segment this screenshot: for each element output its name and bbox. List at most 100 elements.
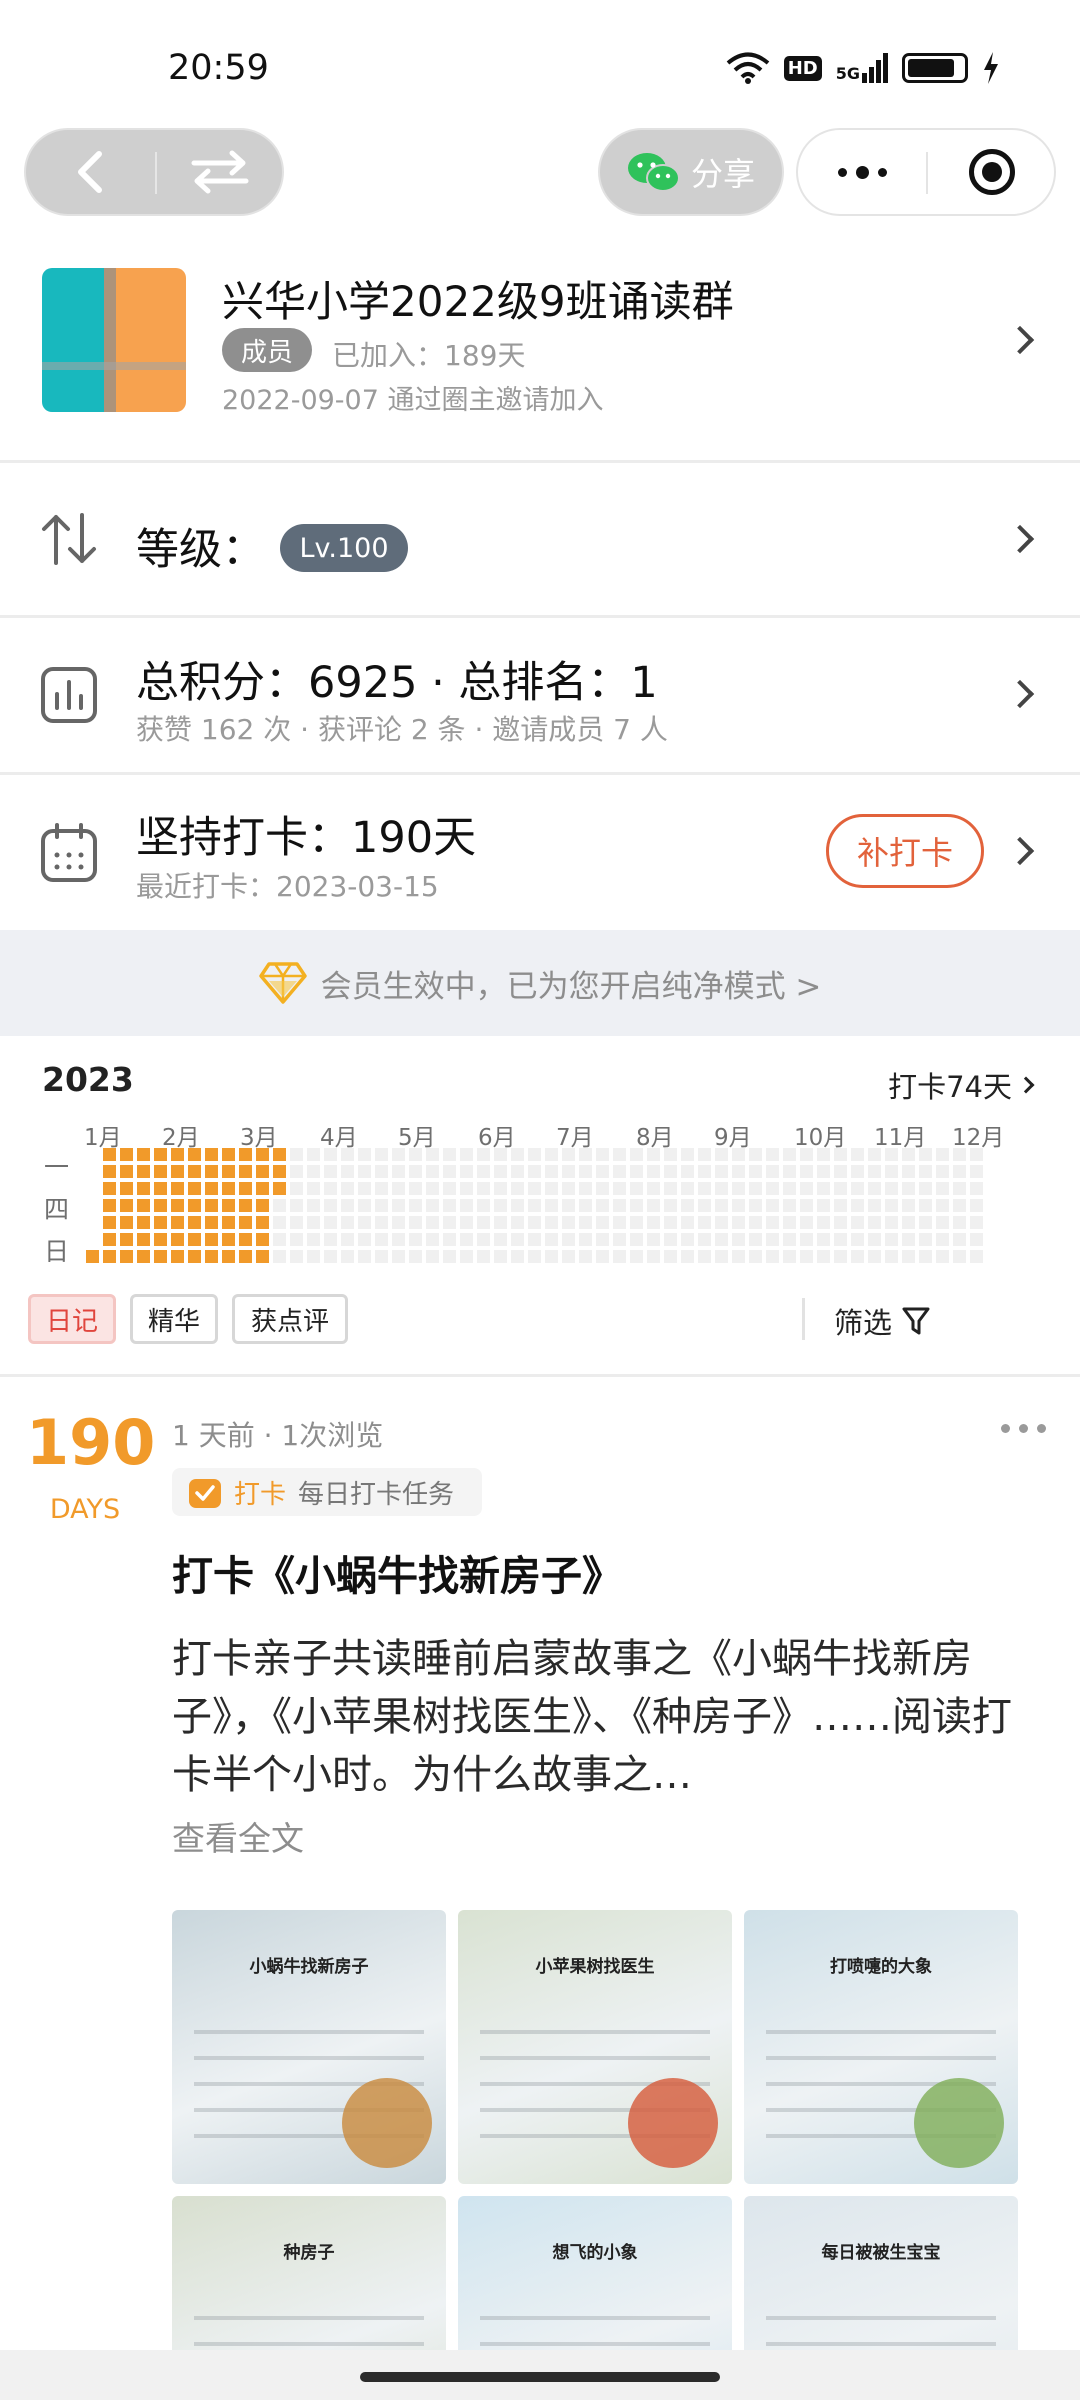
target-icon [969, 149, 1015, 195]
heatmap-cell-active [86, 1250, 99, 1263]
heatmap-cell [494, 1233, 507, 1246]
heatmap-cell [290, 1148, 303, 1161]
heatmap-cell [511, 1250, 524, 1263]
vip-text: 会员生效中，已为您开启纯净模式 > [320, 968, 822, 1005]
task-tag[interactable]: 打卡 每日打卡任务 [172, 1468, 482, 1516]
heatmap-cell [86, 1182, 99, 1195]
post-photo[interactable]: 小苹果树找医生 [458, 1910, 732, 2184]
month-label: 1月 [84, 1125, 122, 1151]
checkin-main: 坚持打卡：190天 [136, 813, 477, 863]
heatmap-cell [647, 1182, 660, 1195]
heatmap-cell [443, 1250, 456, 1263]
heatmap-cell-active [120, 1233, 133, 1246]
heatmap-cell [783, 1250, 796, 1263]
heatmap-cell [494, 1199, 507, 1212]
heatmap-cell [341, 1233, 354, 1246]
heatmap-cell [834, 1148, 847, 1161]
heatmap-cell [494, 1216, 507, 1229]
score-row[interactable]: 总积分：6925 · 总排名：1 获赞 162 次 · 获评论 2 条 · 邀请… [0, 618, 1080, 772]
home-indicator[interactable] [360, 2372, 720, 2382]
heatmap-cell [749, 1216, 762, 1229]
checkin-heatmap [86, 1148, 1030, 1264]
photo-caption: 种房子 [283, 2243, 335, 2263]
read-more-link[interactable]: 查看全文 [172, 1812, 304, 1860]
heatmap-cell-active [256, 1182, 269, 1195]
tab-diary[interactable]: 日记 [28, 1294, 116, 1344]
heatmap-cell [324, 1199, 337, 1212]
close-button[interactable] [930, 130, 1054, 214]
heatmap-cell [868, 1148, 881, 1161]
heatmap-cell [664, 1216, 677, 1229]
sort-arrows-icon [42, 513, 96, 565]
heatmap-cell [868, 1182, 881, 1195]
post-photo[interactable]: 小蜗牛找新房子 [172, 1910, 446, 2184]
heatmap-cell [715, 1250, 728, 1263]
heatmap-cell [749, 1148, 762, 1161]
status-bar: 20:59 HD 5G [0, 0, 1080, 130]
makeup-checkin-button[interactable]: 补打卡 [826, 814, 984, 888]
heatmap-cell [596, 1182, 609, 1195]
heatmap-cell [868, 1216, 881, 1229]
heatmap-cell [511, 1233, 524, 1246]
post-more-button[interactable] [1001, 1424, 1046, 1433]
heatmap-cell-active [239, 1165, 252, 1178]
heatmap-cell [817, 1216, 830, 1229]
filter-button[interactable]: 筛选 [834, 1300, 930, 1342]
heatmap-cell [919, 1199, 932, 1212]
heatmap-cell [613, 1233, 626, 1246]
month-label: 2月 [162, 1125, 200, 1151]
heatmap-cell [307, 1165, 320, 1178]
heatmap-cell [664, 1233, 677, 1246]
post-photo[interactable]: 打喷嚏的大象 [744, 1910, 1018, 2184]
heatmap-cell [749, 1182, 762, 1195]
photo-caption: 小苹果树找医生 [535, 1957, 655, 1977]
heatmap-cell [970, 1216, 983, 1229]
back-button[interactable] [26, 130, 154, 214]
divider [0, 1374, 1080, 1377]
heatmap-cell [681, 1250, 694, 1263]
heatmap-cell [664, 1199, 677, 1212]
heatmap-cell [766, 1216, 779, 1229]
heatmap-cell [970, 1148, 983, 1161]
heatmap-cell [851, 1182, 864, 1195]
heatmap-cell-active [188, 1233, 201, 1246]
heatmap-cell-active [120, 1182, 133, 1195]
heatmap-cell [936, 1199, 949, 1212]
tab-featured[interactable]: 精华 [130, 1294, 218, 1344]
heatmap-cell [851, 1148, 864, 1161]
heatmap-cell-active [154, 1250, 167, 1263]
heatmap-cell [443, 1182, 456, 1195]
share-button[interactable]: 分享 [598, 128, 784, 216]
photo-caption: 每日被被生宝宝 [821, 2243, 941, 2263]
heatmap-cell [936, 1216, 949, 1229]
heatmap-cell [511, 1165, 524, 1178]
heatmap-cell [324, 1216, 337, 1229]
streak-days-unit: DAYS [49, 1494, 121, 1525]
group-header[interactable]: 兴华小学2022级9班诵读群 成员 已加入：189天 2022-09-07 通过… [0, 256, 1080, 460]
filter-label: 筛选 [834, 1306, 893, 1340]
tab-reviewed[interactable]: 获点评 [232, 1294, 348, 1344]
checkin-count-link[interactable]: 打卡74天 [888, 1064, 1035, 1106]
chevron-right-icon [1005, 679, 1035, 709]
heatmap-cell [715, 1165, 728, 1178]
heatmap-cell [86, 1199, 99, 1212]
heatmap-cell-active [205, 1233, 218, 1246]
heatmap-cell-active [103, 1250, 116, 1263]
heatmap-cell [358, 1148, 371, 1161]
heatmap-cell [545, 1182, 558, 1195]
heatmap-cell [749, 1165, 762, 1178]
more-button[interactable] [798, 130, 926, 214]
tag-name: 每日打卡任务 [298, 1479, 455, 1510]
share-label: 分享 [690, 155, 755, 193]
level-row[interactable]: 等级： [0, 463, 1080, 615]
heatmap-cell [919, 1216, 932, 1229]
month-label: 5月 [398, 1125, 436, 1151]
switch-button[interactable] [156, 130, 284, 214]
heatmap-cell [460, 1182, 473, 1195]
score-main: 总积分：6925 · 总排名：1 [136, 658, 658, 708]
heatmap-cell [494, 1182, 507, 1195]
heatmap-cell [664, 1182, 677, 1195]
vip-banner[interactable]: 会员生效中，已为您开启纯净模式 > [0, 930, 1080, 1036]
heatmap-cell [766, 1233, 779, 1246]
heatmap-cell [885, 1199, 898, 1212]
